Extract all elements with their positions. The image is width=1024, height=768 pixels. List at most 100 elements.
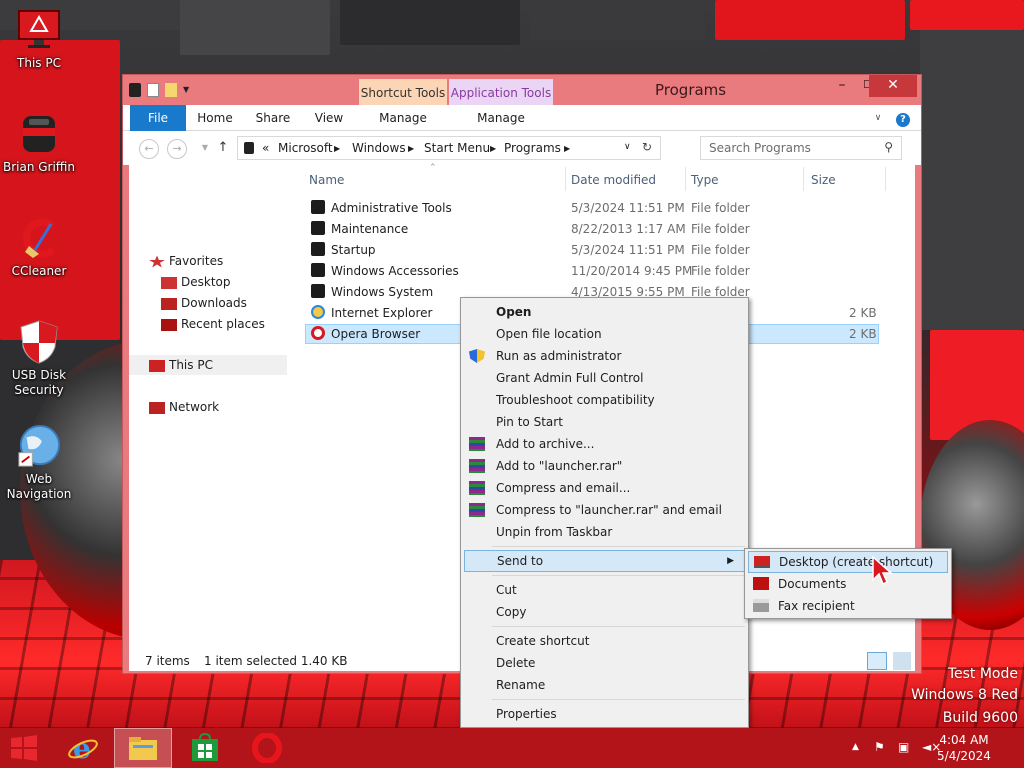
folder-icon [311, 200, 325, 214]
chevron-down-icon[interactable]: ▼ [183, 83, 191, 97]
menu-item-open-file-location[interactable]: Open file location [464, 323, 745, 345]
start-button[interactable] [0, 728, 48, 768]
refresh-icon[interactable]: ↻ [642, 140, 652, 154]
breadcrumb-microsoft[interactable]: Microsoft [278, 141, 333, 155]
new-folder-icon[interactable] [165, 83, 177, 97]
nav-label: Favorites [169, 254, 224, 268]
menu-item-add-to-launcher-rar[interactable]: Add to "launcher.rar" [464, 455, 745, 477]
taskbar-clock[interactable]: 4:04 AM 5/4/2024 [932, 732, 996, 764]
menu-item-compress-to-launcher-rar-and-email[interactable]: Compress to "launcher.rar" and email [464, 499, 745, 521]
breadcrumb-overflow[interactable]: « [262, 141, 269, 155]
menu-item-properties[interactable]: Properties [464, 703, 745, 725]
submenu-item-fax-recipient[interactable]: Fax recipient [748, 595, 948, 617]
bg-cube [920, 30, 1024, 330]
nav-recent-places[interactable]: Recent places [161, 314, 265, 334]
ie-icon [311, 305, 325, 319]
breadcrumb-separator-icon: ▶ [564, 144, 571, 153]
breadcrumb-start-menu[interactable]: Start Menu [424, 141, 490, 155]
tab-file[interactable]: File [130, 105, 186, 131]
menu-item-cut[interactable]: Cut [464, 579, 745, 601]
tab-share[interactable]: Share [249, 105, 297, 131]
title-bar[interactable]: ▼ Shortcut Tools Application Tools Progr… [123, 75, 921, 105]
file-row[interactable]: Administrative Tools 5/3/2024 11:51 PM F… [305, 198, 879, 218]
submenu-item-desktop-create-shortcut[interactable]: Desktop (create shortcut) [748, 551, 948, 573]
menu-item-pin-to-start[interactable]: Pin to Start [464, 411, 745, 433]
back-button[interactable]: ← [139, 139, 159, 159]
column-type[interactable]: Type [691, 173, 719, 187]
file-row[interactable]: Startup 5/3/2024 11:51 PM File folder [305, 240, 879, 260]
close-button[interactable]: ✕ [869, 75, 917, 97]
taskbar-opera[interactable] [238, 728, 296, 768]
tab-home[interactable]: Home [191, 105, 239, 131]
opera-icon [252, 733, 282, 763]
details-view-icon[interactable] [867, 652, 887, 670]
menu-item-unpin-from-taskbar[interactable]: Unpin from Taskbar [464, 521, 745, 543]
column-divider [685, 167, 686, 191]
minimize-button[interactable]: – [829, 75, 855, 97]
file-type: File folder [691, 201, 750, 215]
column-name[interactable]: Name [309, 173, 344, 187]
menu-item-compress-and-email[interactable]: Compress and email... [464, 477, 745, 499]
ribbon-expand-icon[interactable]: ∨ [871, 105, 885, 131]
up-button[interactable]: ↑ [213, 139, 233, 159]
recent-locations-chevron-icon[interactable]: ▼ [195, 139, 215, 159]
file-row[interactable]: Windows Accessories 11/20/2014 9:45 PM F… [305, 261, 879, 281]
menu-item-troubleshoot-compatibility[interactable]: Troubleshoot compatibility [464, 389, 745, 411]
address-bar[interactable]: « Microsoft ▶ Windows ▶ Start Menu ▶ Pro… [237, 136, 661, 160]
desktop-icon-this-pc[interactable]: This PC [0, 8, 78, 71]
quick-access-toolbar: ▼ [129, 83, 191, 97]
folder-icon [311, 221, 325, 235]
tab-manage-shortcut[interactable]: Manage [359, 105, 447, 131]
build-watermark: Build 9600 [942, 710, 1018, 726]
menu-item-open[interactable]: Open [464, 301, 745, 323]
status-item-count: 7 items [145, 654, 190, 668]
tab-view[interactable]: View [307, 105, 351, 131]
desktop-icon-usb-disk-security[interactable]: USB Disk Security [0, 320, 78, 398]
menu-item-copy[interactable]: Copy [464, 601, 745, 623]
taskbar-store[interactable] [176, 728, 234, 768]
address-dropdown-icon[interactable]: ∨ [624, 142, 631, 152]
menu-item-grant-admin-full-control[interactable]: Grant Admin Full Control [464, 367, 745, 389]
nav-favorites[interactable]: Favorites [149, 251, 223, 271]
network-tray-icon[interactable]: ▣ [898, 740, 909, 754]
help-icon[interactable]: ? [895, 105, 911, 131]
action-center-icon[interactable]: ⚑ [874, 740, 885, 754]
submenu-item-documents[interactable]: Documents [748, 573, 948, 595]
app-icon[interactable] [129, 83, 141, 97]
file-row[interactable]: Maintenance 8/22/2013 1:17 AM File folde… [305, 219, 879, 239]
winrar-icon [469, 459, 485, 473]
download-icon [161, 297, 177, 310]
menu-item-rename[interactable]: Rename [464, 674, 745, 696]
menu-item-delete[interactable]: Delete [464, 652, 745, 674]
taskbar-internet-explorer[interactable]: e [54, 728, 112, 768]
properties-icon[interactable] [147, 83, 159, 97]
column-date-modified[interactable]: Date modified [571, 173, 656, 187]
forward-button[interactable]: → [167, 139, 187, 159]
desktop-icon-web-navigation[interactable]: Web Navigation [0, 424, 78, 502]
nav-desktop[interactable]: Desktop [161, 272, 231, 292]
menu-item-run-as-administrator[interactable]: Run as administrator [464, 345, 745, 367]
nav-this-pc[interactable]: This PC [129, 355, 287, 375]
large-icons-view-icon[interactable] [893, 652, 911, 670]
menu-item-create-shortcut[interactable]: Create shortcut [464, 630, 745, 652]
menu-item-send-to[interactable]: Send to ▶ [464, 550, 745, 572]
mouse-cursor-icon [872, 556, 893, 586]
desktop-icon-ccleaner[interactable]: CCleaner [0, 216, 78, 279]
taskbar-file-explorer[interactable] [114, 728, 172, 768]
desktop-icon-brian-griffin[interactable]: Brian Griffin [0, 112, 78, 175]
documents-icon [753, 577, 769, 590]
show-hidden-icons-icon[interactable]: ▲ [852, 742, 859, 752]
file-type: File folder [691, 264, 750, 278]
search-input[interactable]: Search Programs ⚲ [700, 136, 902, 160]
winrar-icon [469, 503, 485, 517]
tab-manage-application[interactable]: Manage [449, 105, 553, 131]
nav-label: Recent places [181, 317, 265, 331]
menu-item-add-to-archive[interactable]: Add to archive... [464, 433, 745, 455]
breadcrumb-programs[interactable]: Programs [504, 141, 561, 155]
tab-label: Application Tools [450, 86, 552, 100]
nav-network[interactable]: Network [149, 397, 219, 417]
nav-downloads[interactable]: Downloads [161, 293, 247, 313]
column-size[interactable]: Size [811, 173, 836, 187]
breadcrumb-windows[interactable]: Windows [352, 141, 406, 155]
bg-cube [180, 0, 330, 55]
